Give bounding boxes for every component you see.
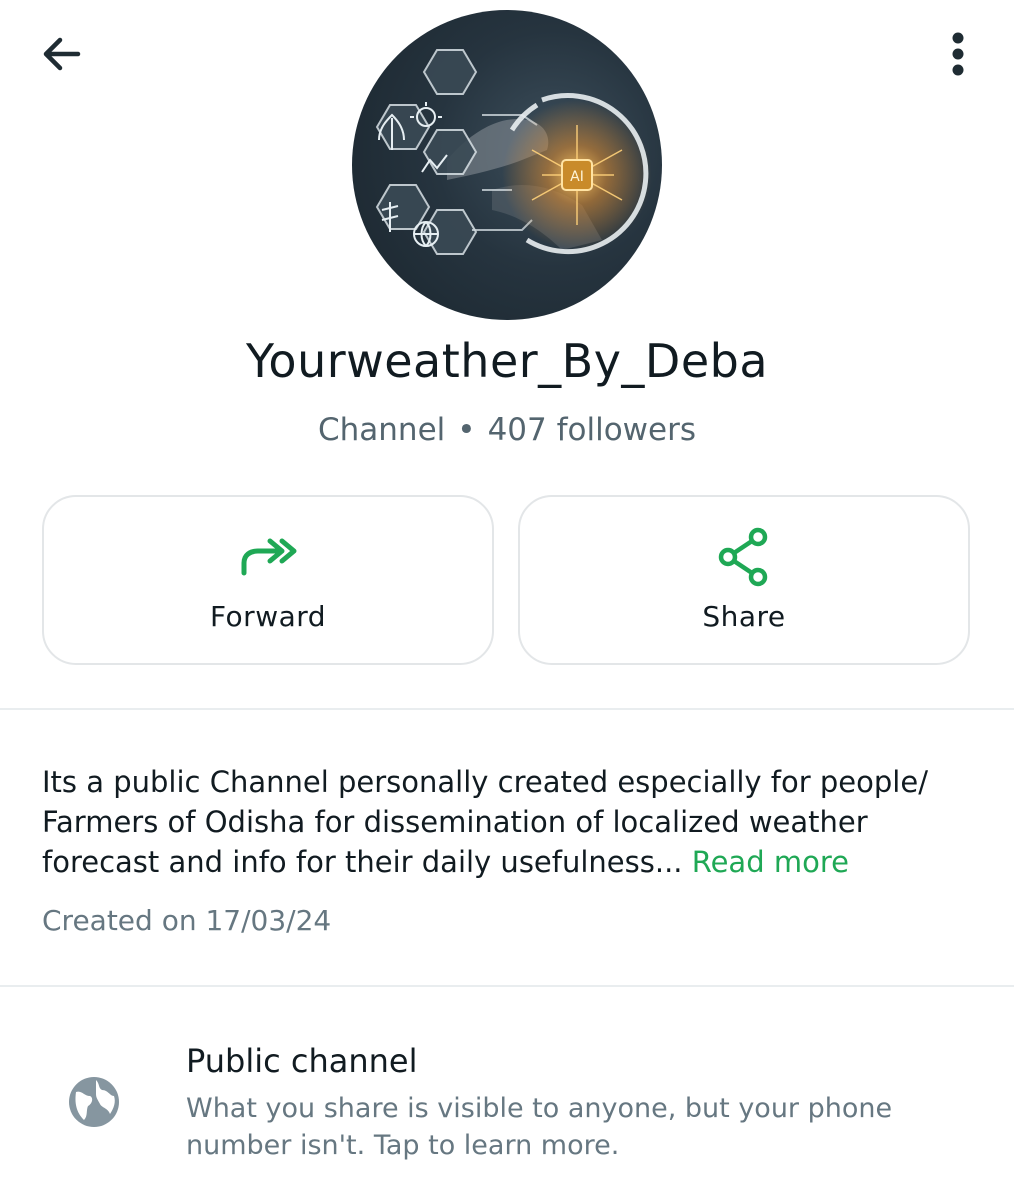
forward-label: Forward <box>209 600 327 633</box>
public-channel-description: What you share is visible to anyone, but… <box>186 1093 893 1161</box>
svg-text:AI: AI <box>570 169 584 185</box>
separator-dot: • <box>457 412 476 448</box>
channel-meta: Channel • 407 followers <box>0 412 1014 448</box>
share-icon-wrap <box>520 527 968 587</box>
section-divider <box>0 985 1014 987</box>
read-more-link[interactable]: Read more <box>692 845 849 879</box>
back-button[interactable] <box>30 22 94 86</box>
public-channel-title: Public channel <box>186 1042 418 1080</box>
share-icon <box>718 527 768 587</box>
forward-icon <box>241 538 297 576</box>
followers-count[interactable]: 407 followers <box>488 412 696 448</box>
forward-icon-wrap <box>44 527 492 587</box>
channel-description[interactable]: Its a public Channel personally created … <box>42 762 972 882</box>
channel-type: Channel <box>318 412 446 448</box>
channel-name: Yourweather_By_Deba <box>245 334 769 388</box>
share-button[interactable]: Share <box>518 495 970 665</box>
channel-avatar[interactable]: AI <box>352 10 662 320</box>
more-vertical-icon <box>952 32 964 76</box>
public-channel-row[interactable]: Public channel What you share is visible… <box>0 1030 1014 1180</box>
arrow-left-icon <box>43 37 81 71</box>
section-divider <box>0 708 1014 710</box>
created-date: Created on 17/03/24 <box>42 904 332 937</box>
forward-button[interactable]: Forward <box>42 495 494 665</box>
globe-icon <box>69 1077 119 1127</box>
more-options-button[interactable] <box>926 20 990 84</box>
share-label: Share <box>702 600 786 633</box>
